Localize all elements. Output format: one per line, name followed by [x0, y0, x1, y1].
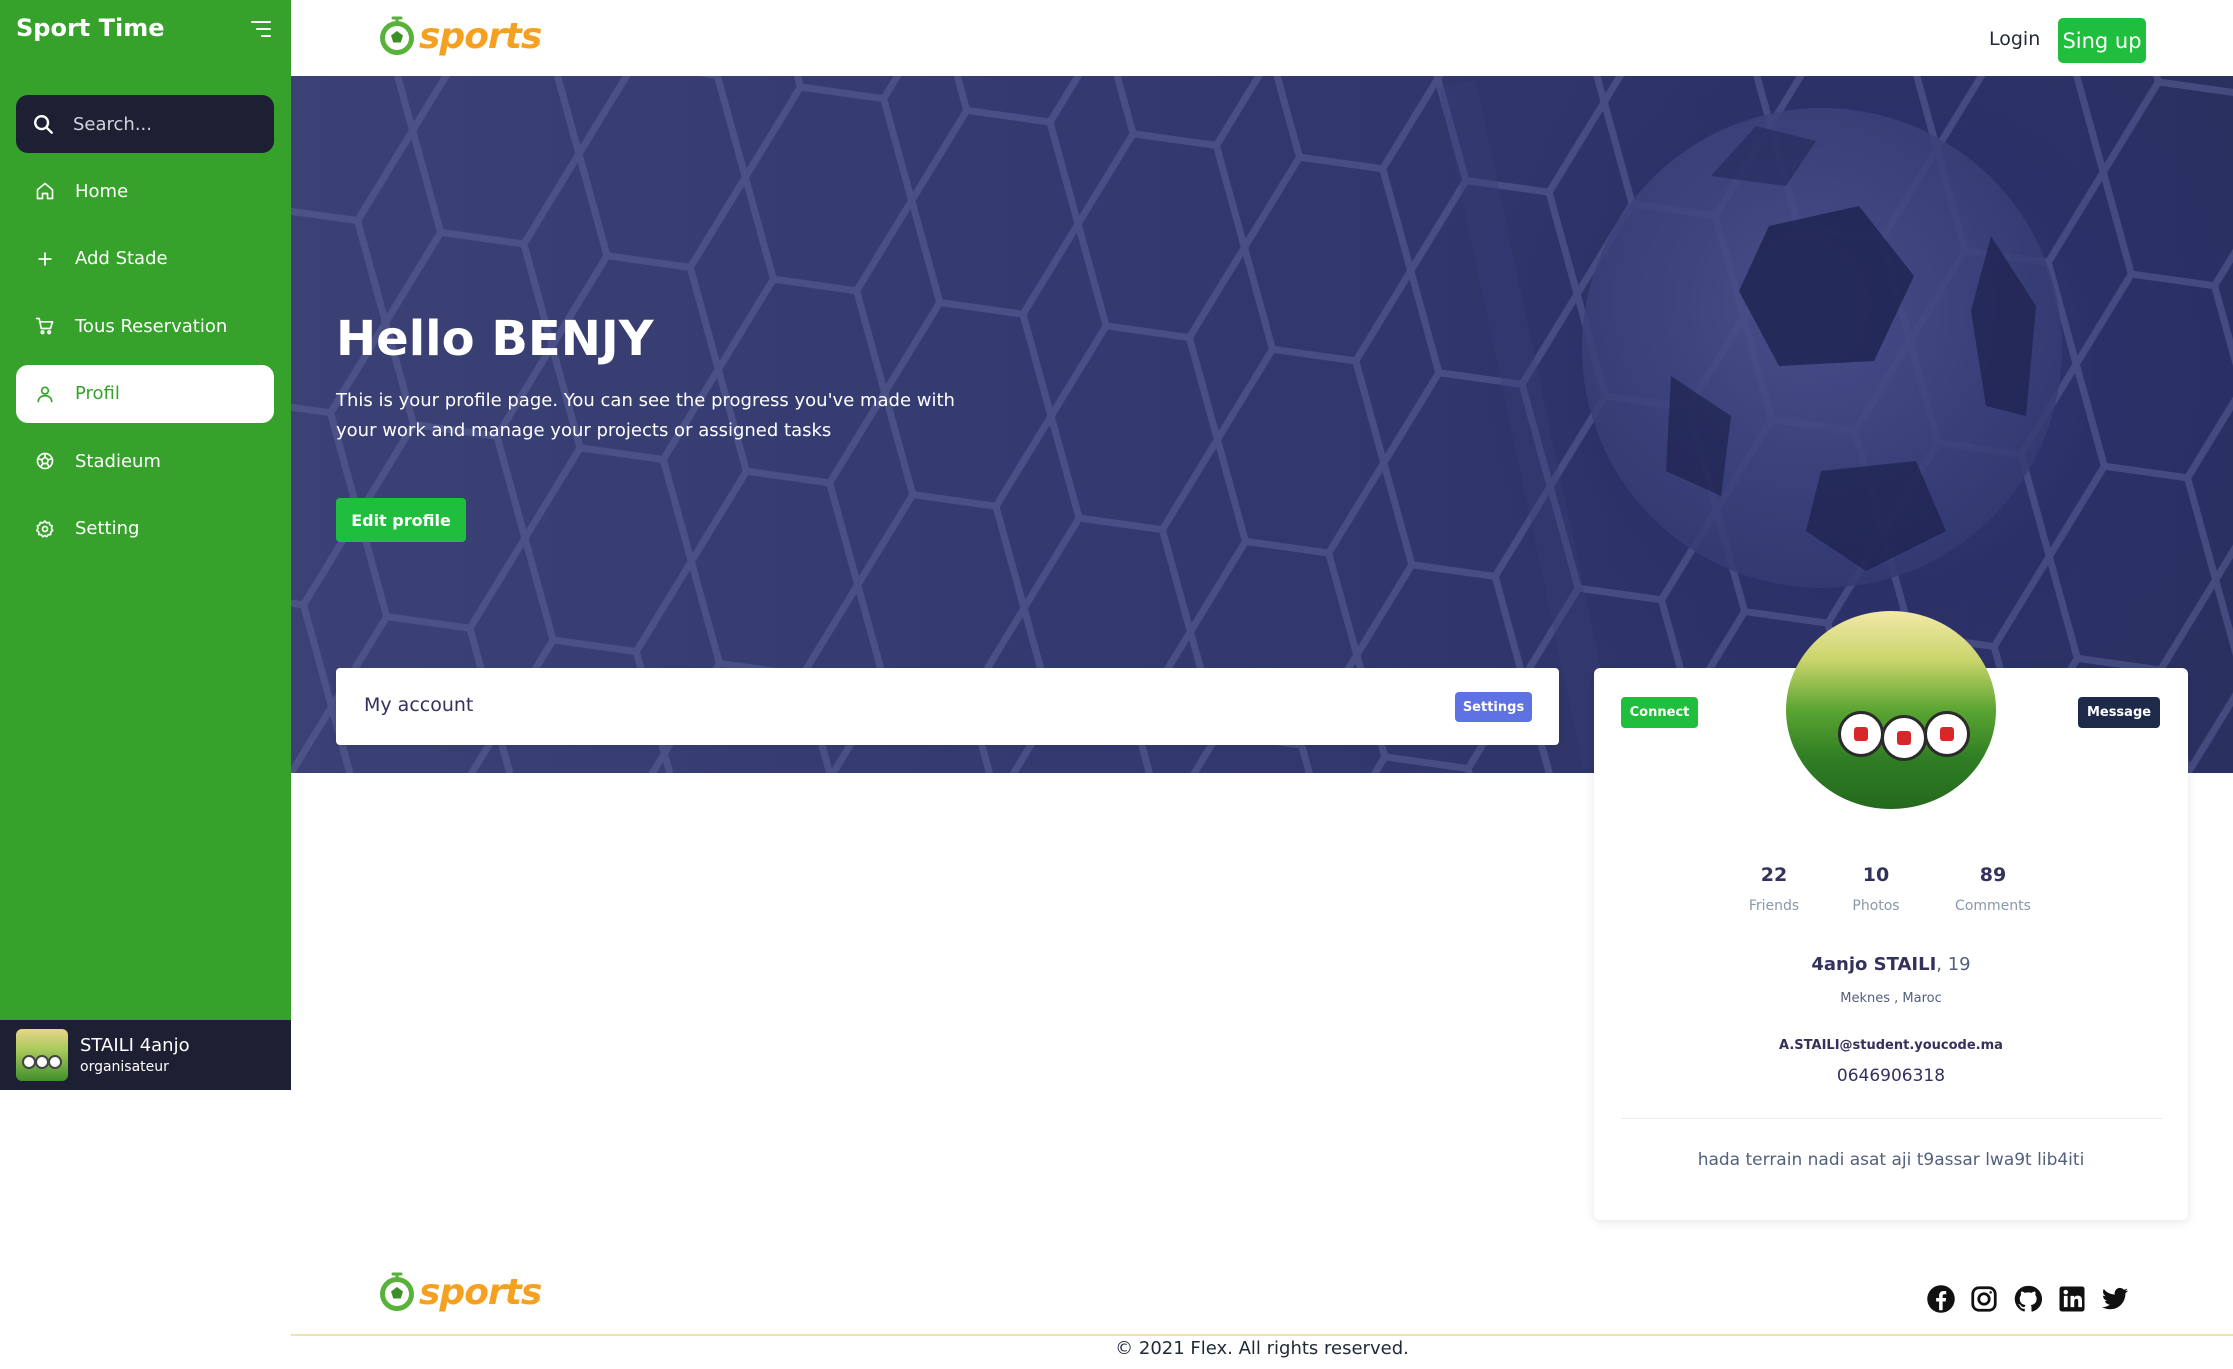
- stat-label: Photos: [1852, 898, 1900, 914]
- user-card[interactable]: STAILI 4anjo organisateur: [0, 1020, 291, 1090]
- search-box: [16, 95, 274, 153]
- sidebar-item-add-stade[interactable]: Add Stade: [16, 230, 274, 288]
- home-icon: [36, 182, 54, 200]
- divider: [1621, 1118, 2162, 1119]
- footer-logo[interactable]: sports: [377, 1270, 542, 1314]
- sidebar-item-profil[interactable]: Profil: [16, 364, 274, 423]
- stat-value: 89: [1979, 864, 2007, 886]
- stat-photos: 10 Photos: [1816, 864, 1936, 914]
- sidebar-item-label: Stadieum: [75, 450, 161, 472]
- sidebar-item-setting[interactable]: Setting: [16, 500, 274, 558]
- avatar: [16, 1029, 68, 1081]
- profile-age: , 19: [1936, 954, 1971, 975]
- twitter-icon[interactable]: [2100, 1284, 2130, 1314]
- sidebar-item-stadieum[interactable]: Stadieum: [16, 432, 274, 490]
- user-info: STAILI 4anjo organisateur: [80, 1035, 190, 1075]
- ball-icon: [36, 452, 54, 470]
- profile-photo: [1786, 611, 1996, 809]
- gear-icon: [35, 519, 54, 538]
- search-input[interactable]: [73, 113, 253, 135]
- stat-label: Comments: [1955, 898, 2031, 914]
- hero-description: This is your profile page. You can see t…: [336, 390, 955, 441]
- profile-name: 4anjo STAILI, 19: [1594, 954, 2188, 975]
- message-button[interactable]: Message: [2078, 697, 2160, 728]
- sidebar-item-label: Add Stade: [75, 248, 168, 269]
- sidebar-item-reservations[interactable]: Tous Reservation: [16, 297, 274, 355]
- instagram-icon[interactable]: [1969, 1284, 1999, 1314]
- soccer-ball-logo-icon: [380, 16, 414, 55]
- user-icon: [37, 386, 53, 402]
- profile-bio: hada terrain nadi asat aji t9assar lwa9t…: [1697, 1150, 2085, 1170]
- github-icon[interactable]: [2013, 1284, 2043, 1314]
- sidebar-item-label: Home: [75, 180, 129, 202]
- footer-divider: [291, 1334, 2233, 1336]
- hero-title: Hello BENJY: [336, 311, 654, 367]
- top-navbar: sports Login Sing up: [291, 0, 2233, 76]
- soccer-ball-logo-icon: [380, 1272, 414, 1311]
- profile-fullname: 4anjo STAILI: [1811, 954, 1937, 975]
- copyright-text: © 2021 Flex. All rights reserved.: [1115, 1338, 1409, 1359]
- profile-location: Meknes , Maroc: [1840, 991, 1942, 1006]
- search-icon: [34, 115, 53, 134]
- stat-value: 10: [1862, 864, 1890, 886]
- app-title: Sport Time: [16, 14, 165, 42]
- connect-button[interactable]: Connect: [1621, 697, 1698, 728]
- profile-email: A.STAILI@student.youcode.ma: [1779, 1038, 2003, 1053]
- sidebar-item-label: Setting: [75, 518, 140, 539]
- profile-phone: 0646906318: [1836, 1066, 1946, 1086]
- user-name: STAILI 4anjo: [80, 1035, 190, 1056]
- profile-card: Connect Message 22 Friends 10 Photos 89 …: [1594, 611, 2188, 1220]
- login-link[interactable]: Login: [1989, 28, 2040, 50]
- facebook-icon[interactable]: [1926, 1284, 1956, 1314]
- sidebar-item-label: Profil: [75, 383, 120, 404]
- plus-icon: [38, 251, 52, 266]
- stat-comments: 89 Comments: [1933, 864, 2053, 914]
- linkedin-icon[interactable]: [2057, 1284, 2087, 1314]
- settings-button[interactable]: Settings: [1455, 692, 1532, 722]
- user-role: organisateur: [80, 1059, 169, 1075]
- my-account-title: My account: [364, 694, 474, 716]
- signup-button[interactable]: Sing up: [2058, 18, 2146, 63]
- cart-icon: [35, 317, 54, 335]
- menu-toggle-icon[interactable]: [251, 20, 271, 38]
- sidebar-item-label: Tous Reservation: [75, 315, 228, 337]
- sidebar-item-home[interactable]: Home: [16, 162, 274, 220]
- sports-logo[interactable]: sports: [377, 14, 542, 58]
- sidebar: Sport Time Home Add Stade Tous Reservati…: [0, 0, 291, 1090]
- sidebar-nav: Home Add Stade Tous Reservation Profil S…: [16, 162, 274, 567]
- logo-text: sports: [419, 1271, 542, 1313]
- my-account-card: My account Settings: [336, 668, 1559, 745]
- logo-text: sports: [419, 15, 542, 57]
- edit-profile-button[interactable]: Edit profile: [336, 498, 466, 542]
